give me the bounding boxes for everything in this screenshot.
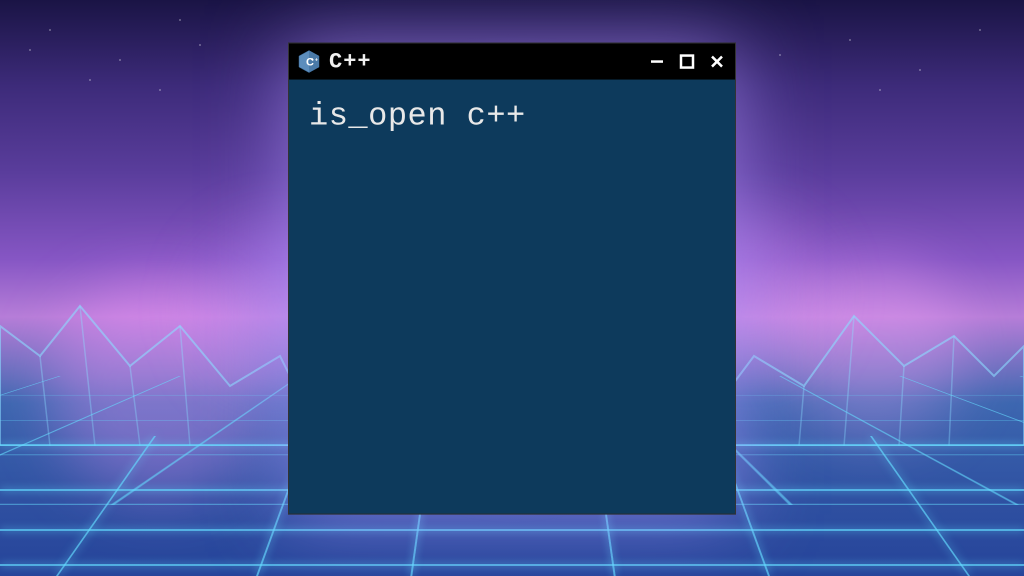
maximize-button[interactable] bbox=[677, 52, 697, 72]
minimize-button[interactable] bbox=[647, 52, 667, 72]
close-button[interactable] bbox=[707, 52, 727, 72]
terminal-window: C + + C++ bbox=[288, 43, 736, 515]
cpp-logo-icon: C + + bbox=[297, 50, 321, 74]
svg-text:+: + bbox=[315, 58, 318, 64]
window-titlebar[interactable]: C + + C++ bbox=[289, 44, 735, 80]
terminal-body[interactable]: is_open c++ bbox=[289, 80, 735, 514]
terminal-content: is_open c++ bbox=[309, 98, 715, 135]
window-title: C++ bbox=[329, 49, 639, 74]
window-controls bbox=[647, 52, 727, 72]
svg-text:+: + bbox=[311, 58, 314, 64]
